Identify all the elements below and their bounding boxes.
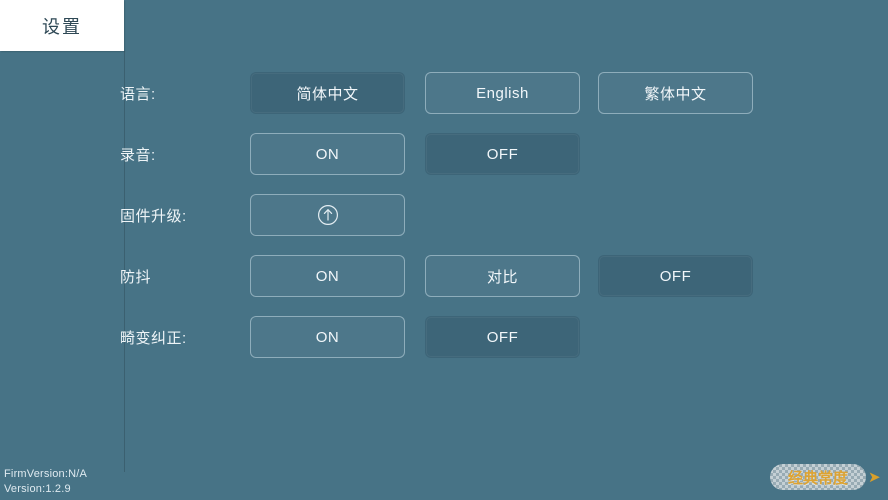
option-distortion-correction-off[interactable]: OFF	[425, 316, 580, 358]
option-language-traditional-chinese[interactable]: 繁体中文	[598, 72, 753, 114]
settings-panel: 语言: 简体中文 English 繁体中文 录音: ON OFF 固件升级: 防…	[0, 51, 888, 500]
app-version-text: Version:1.2.9	[4, 483, 71, 495]
setting-row-distortion-correction: 畸变纠正: ON OFF	[0, 316, 888, 358]
watermark-pill: 经典常度	[770, 464, 866, 490]
watermark-arrow-icon: ➤	[868, 468, 881, 486]
option-language-simplified-chinese[interactable]: 简体中文	[250, 72, 405, 114]
option-label: ON	[315, 267, 340, 285]
watermark: 经典常度 ➤	[770, 462, 882, 492]
option-label: 对比	[486, 268, 518, 286]
option-anti-shake-compare[interactable]: 对比	[425, 255, 580, 297]
tab-settings-label: 设置	[42, 16, 82, 37]
option-anti-shake-on[interactable]: ON	[250, 255, 405, 297]
watermark-text: 经典常度	[787, 469, 848, 487]
option-label: OFF	[659, 267, 692, 285]
option-label: 繁体中文	[644, 85, 707, 103]
option-recording-off[interactable]: OFF	[425, 133, 580, 175]
setting-row-recording: 录音: ON OFF	[0, 133, 888, 175]
option-label: ON	[315, 145, 340, 163]
option-label: 简体中文	[296, 85, 359, 103]
firmware-upgrade-button[interactable]	[250, 194, 405, 236]
label-anti-shake: 防抖	[120, 268, 152, 286]
option-label: OFF	[486, 145, 519, 163]
tab-strip: 设置	[0, 0, 888, 52]
setting-row-language: 语言: 简体中文 English 繁体中文	[0, 72, 888, 114]
option-anti-shake-off[interactable]: OFF	[598, 255, 753, 297]
option-label: ON	[315, 328, 340, 346]
option-language-english[interactable]: English	[425, 72, 580, 114]
version-info: FirmVersion:N/A Version:1.2.9	[4, 467, 87, 497]
setting-row-firmware-upgrade: 固件升级:	[0, 194, 888, 236]
option-label: OFF	[486, 328, 519, 346]
setting-row-anti-shake: 防抖 ON 对比 OFF	[0, 255, 888, 297]
label-language: 语言:	[120, 85, 156, 103]
circle-arrow-up-icon	[316, 203, 340, 227]
label-recording: 录音:	[120, 146, 156, 164]
option-label: English	[476, 84, 529, 102]
tab-settings[interactable]: 设置	[0, 0, 124, 51]
option-recording-on[interactable]: ON	[250, 133, 405, 175]
label-firmware-upgrade: 固件升级:	[120, 207, 187, 225]
firmware-version-text: FirmVersion:N/A	[4, 468, 88, 480]
label-distortion-correction: 畸变纠正:	[120, 329, 187, 347]
option-distortion-correction-on[interactable]: ON	[250, 316, 405, 358]
